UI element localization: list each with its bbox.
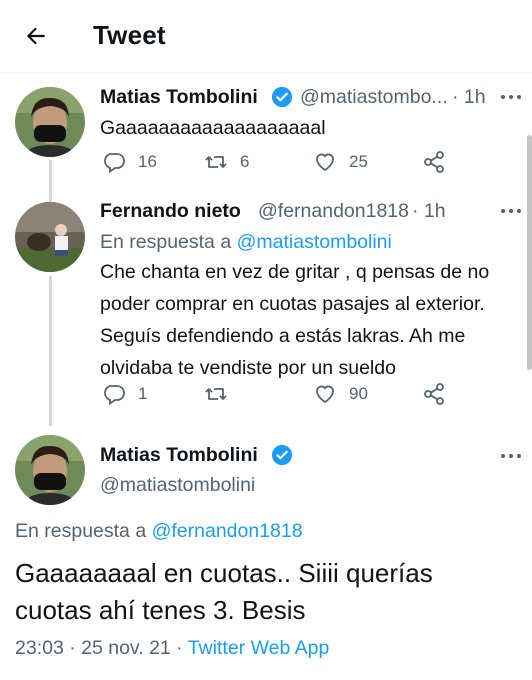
share-button[interactable] bbox=[422, 150, 446, 174]
reply-context: En respuesta a @fernandon1818 bbox=[15, 520, 303, 543]
reply-count: 16 bbox=[138, 152, 157, 171]
arrow-left-icon bbox=[26, 27, 45, 45]
retweet-button[interactable]: 6 bbox=[204, 150, 249, 174]
author-name[interactable]: Matias Tombolini bbox=[100, 444, 258, 467]
avatar[interactable] bbox=[15, 435, 85, 505]
heart-icon bbox=[316, 153, 334, 172]
like-count: 25 bbox=[349, 152, 368, 171]
author-name[interactable]: Fernando nieto bbox=[100, 200, 241, 223]
scrollbar[interactable] bbox=[527, 135, 532, 370]
reply-to-link[interactable]: @matiastombolini bbox=[237, 231, 392, 253]
author-handle[interactable]: @matiastombo... bbox=[300, 86, 448, 109]
retweet-button[interactable] bbox=[204, 382, 240, 406]
divider bbox=[0, 72, 532, 73]
retweet-icon bbox=[205, 156, 227, 168]
reply-button[interactable]: 16 bbox=[102, 150, 157, 174]
reply-to-link[interactable]: @fernandon1818 bbox=[152, 520, 303, 542]
verified-badge-icon bbox=[271, 444, 293, 466]
reply-prefix: En respuesta a bbox=[100, 231, 232, 253]
timestamp[interactable]: 23:03 · 25 nov. 21 · bbox=[15, 637, 183, 659]
share-icon bbox=[424, 383, 444, 405]
tweet-text: Che chanta en vez de gritar , q pensas d… bbox=[100, 256, 520, 384]
source-app-link[interactable]: Twitter Web App bbox=[188, 637, 330, 659]
retweet-icon bbox=[205, 388, 227, 400]
thread-connector bbox=[49, 276, 52, 426]
author-name[interactable]: Matias Tombolini bbox=[100, 86, 258, 109]
tweet-line: olvidaba te vendiste por un sueldo bbox=[100, 357, 396, 379]
tweet-line: Seguís defendiendo a estás lakras. Ah me bbox=[100, 325, 466, 347]
author-handle[interactable]: @matiastombolini bbox=[100, 474, 255, 497]
tweet-text: Gaaaaaaaaaaaaaaaaaaal bbox=[100, 117, 326, 139]
reply-icon bbox=[104, 153, 125, 174]
retweet-count: 6 bbox=[240, 152, 250, 171]
thread-connector bbox=[49, 160, 52, 202]
avatar[interactable] bbox=[15, 87, 85, 157]
author-handle[interactable]: @fernandon1818 bbox=[258, 200, 409, 223]
reply-button[interactable]: 1 bbox=[102, 382, 147, 406]
tweet-time[interactable]: · 1h bbox=[412, 200, 446, 223]
reply-icon bbox=[104, 385, 125, 406]
tweet-time[interactable]: · 1h bbox=[452, 86, 486, 109]
reply-context: En respuesta a @matiastombolini bbox=[100, 231, 392, 254]
like-button[interactable]: 25 bbox=[313, 150, 368, 174]
top-bar: Tweet bbox=[0, 0, 532, 72]
share-button[interactable] bbox=[422, 382, 446, 406]
verified-badge-icon bbox=[271, 86, 293, 108]
heart-icon bbox=[316, 385, 334, 404]
share-icon bbox=[424, 151, 444, 173]
like-button[interactable]: 90 bbox=[313, 382, 368, 406]
more-options-icon[interactable] bbox=[500, 452, 522, 460]
page-title: Tweet bbox=[93, 20, 166, 50]
reply-prefix: En respuesta a bbox=[15, 520, 147, 542]
like-count: 90 bbox=[349, 384, 368, 403]
more-options-icon[interactable] bbox=[500, 207, 522, 215]
avatar[interactable] bbox=[15, 202, 85, 272]
more-options-icon[interactable] bbox=[500, 93, 522, 101]
main-tweet-text: Gaaaaaaaal en cuotas.. Siiii querías cuo… bbox=[15, 555, 520, 629]
tweet-line: Che chanta en vez de gritar , q pensas d… bbox=[100, 261, 490, 283]
tweet-metadata: 23:03 · 25 nov. 21 · Twitter Web App bbox=[15, 637, 329, 660]
reply-count: 1 bbox=[138, 384, 148, 403]
tweet-line: poder comprar en cuotas pasajes al exter… bbox=[100, 293, 485, 315]
tweet-line: cuotas ahí tenes 3. Besis bbox=[15, 595, 306, 625]
tweet-line: Gaaaaaaaal en cuotas.. Siiii querías bbox=[15, 558, 433, 588]
back-button[interactable] bbox=[22, 22, 50, 50]
